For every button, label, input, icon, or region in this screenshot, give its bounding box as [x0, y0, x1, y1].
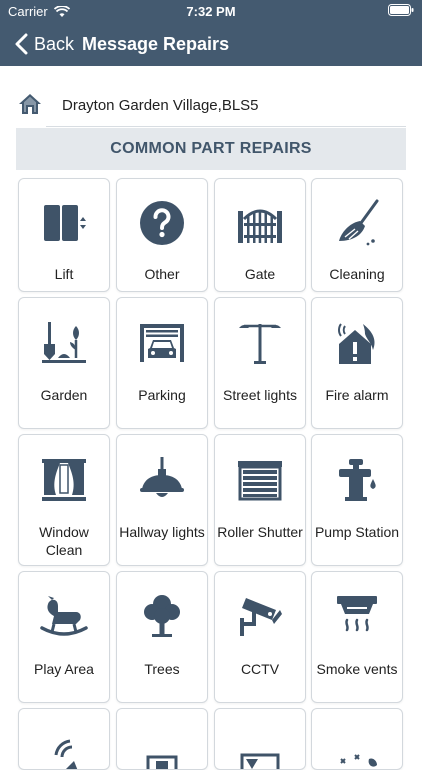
tile-label: CCTV	[240, 661, 280, 677]
status-time: 7:32 PM	[186, 4, 236, 19]
parking-icon	[140, 324, 184, 362]
tile-pump-station[interactable]: Pump Station	[311, 434, 403, 566]
tile-roller-shutter[interactable]: Roller Shutter	[214, 434, 306, 566]
back-button[interactable]: Back	[14, 30, 74, 58]
tile-trees[interactable]: Trees	[116, 571, 208, 703]
rocking-horse-icon	[40, 596, 88, 636]
repairs-grid: Lift Other Gate Cleaning Garden Parking …	[18, 178, 404, 770]
tile-parking[interactable]: Parking	[116, 297, 208, 429]
window-icon	[42, 459, 86, 501]
pump-icon	[339, 459, 376, 501]
tile-label: Trees	[144, 661, 180, 677]
gate-icon	[238, 209, 282, 243]
question-icon	[140, 201, 184, 245]
tile-cctv[interactable]: CCTV	[214, 571, 306, 703]
tile-label: Fire alarm	[325, 387, 389, 403]
chevron-left-icon	[15, 33, 28, 55]
tile-partial[interactable]	[116, 708, 208, 770]
tile-label: Roller Shutter	[217, 524, 303, 540]
hallway-light-icon	[140, 457, 184, 497]
tile-label: Gate	[244, 266, 276, 282]
tile-gate[interactable]: Gate	[214, 178, 306, 292]
section-header: COMMON PART REPAIRS	[16, 128, 406, 170]
lift-icon	[44, 205, 86, 241]
broom-icon	[339, 199, 379, 246]
battery-icon	[388, 4, 414, 16]
tile-label: Other	[144, 266, 180, 282]
tile-window-clean[interactable]: Window Clean	[18, 434, 110, 566]
tile-hallway-lights[interactable]: Hallway lights	[116, 434, 208, 566]
tree-icon	[144, 595, 180, 637]
tile-play-area[interactable]: Play Area	[18, 571, 110, 703]
cctv-icon	[240, 598, 282, 636]
tile-label: Pump Station	[314, 524, 400, 540]
tile-label: Street lights	[223, 387, 297, 403]
back-label: Back	[34, 33, 75, 54]
address-divider	[46, 126, 406, 127]
tile-cleaning[interactable]: Cleaning	[311, 178, 403, 292]
tile-other[interactable]: Other	[116, 178, 208, 292]
tile-partial[interactable]	[311, 708, 403, 770]
tile-label: Window Clean	[39, 524, 89, 558]
status-bar: Carrier 7:32 PM	[0, 0, 422, 22]
tile-lift[interactable]: Lift	[18, 178, 110, 292]
address-text: Drayton Garden Village,BLS5	[62, 97, 259, 114]
tile-smoke-vents[interactable]: Smoke vents	[311, 571, 403, 703]
street-light-icon	[239, 324, 281, 364]
tile-label: Smoke vents	[316, 661, 398, 677]
nav-bar: Back Message Repairs	[0, 22, 422, 66]
tile-street-lights[interactable]: Street lights	[214, 297, 306, 429]
tile-label: Garden	[40, 387, 88, 403]
page-title: Message Repairs	[82, 34, 230, 54]
home-icon	[19, 94, 41, 114]
address-row: Drayton Garden Village,BLS5	[16, 88, 406, 126]
tile-fire-alarm[interactable]: Fire alarm	[311, 297, 403, 429]
tile-label: Play Area	[34, 661, 94, 677]
tile-label: Parking	[138, 387, 186, 403]
tile-partial[interactable]	[214, 708, 306, 770]
smoke-vent-icon	[337, 596, 377, 632]
tile-partial[interactable]	[18, 708, 110, 770]
tile-label: Cleaning	[329, 266, 385, 282]
tile-label: Lift	[54, 266, 74, 282]
tile-garden[interactable]: Garden	[18, 297, 110, 429]
garden-icon	[42, 322, 86, 363]
app-header: Carrier 7:32 PM Back Message Repairs	[0, 0, 422, 66]
roller-shutter-icon	[238, 461, 282, 501]
tile-label: Hallway lights	[119, 524, 205, 540]
fire-alarm-icon	[338, 323, 375, 364]
